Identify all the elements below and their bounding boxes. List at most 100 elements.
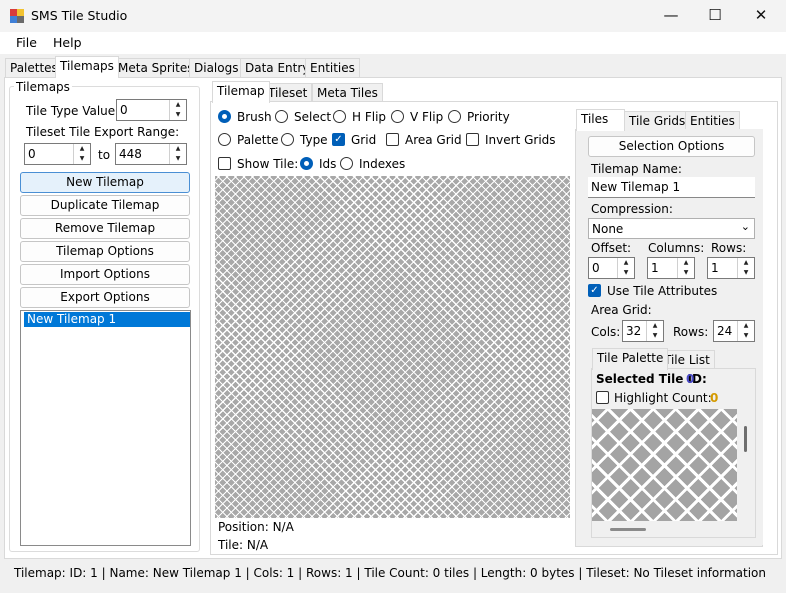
rows2-label: Rows: [673, 325, 709, 339]
menu-file[interactable]: File [16, 35, 37, 50]
vflip-label: V Flip [410, 110, 444, 124]
invert-grids-checkbox[interactable] [466, 133, 479, 146]
spin-up-icon[interactable]: ▲ [618, 258, 634, 268]
area-rows-stepper[interactable]: 24 ▲ ▼ [713, 320, 755, 342]
new-tilemap-button[interactable]: New Tilemap [20, 172, 190, 193]
grid-label: Grid [351, 133, 377, 147]
tab-meta-tiles[interactable]: Meta Tiles [312, 83, 383, 103]
area-grid-label: Area Grid [405, 133, 462, 147]
hflip-radio[interactable] [333, 110, 346, 123]
tile-palette-canvas[interactable] [592, 409, 737, 521]
range-to-value: 448 [119, 147, 142, 161]
export-options-button[interactable]: Export Options [20, 287, 190, 308]
duplicate-tilemap-button[interactable]: Duplicate Tilemap [20, 195, 190, 216]
rows-stepper[interactable]: 1 ▲ ▼ [707, 257, 755, 279]
app-icon [10, 9, 24, 23]
area-cols-stepper[interactable]: 32 ▲ ▼ [622, 320, 664, 342]
invert-grids-label: Invert Grids [485, 133, 556, 147]
range-to-stepper[interactable]: 448 ▲ ▼ [115, 143, 187, 165]
tilemap-name-input[interactable]: New Tilemap 1 [588, 177, 755, 198]
priority-radio[interactable] [448, 110, 461, 123]
offset-stepper[interactable]: 0 ▲ ▼ [588, 257, 635, 279]
tile-type-value: 0 [120, 103, 128, 117]
menu-bar [0, 32, 786, 54]
spin-up-icon[interactable]: ▲ [738, 258, 754, 268]
brush-radio[interactable] [218, 110, 231, 123]
range-from-stepper[interactable]: 0 ▲ ▼ [24, 143, 91, 165]
spin-up-icon[interactable]: ▲ [170, 100, 186, 110]
tab-data-entry[interactable]: Data Entry [240, 58, 315, 78]
vertical-scrollbar-thumb[interactable] [744, 426, 747, 452]
maximize-button[interactable]: ☐ [692, 0, 738, 32]
select-label: Select [294, 110, 332, 124]
close-button[interactable]: ✕ [738, 0, 784, 32]
spin-down-icon[interactable]: ▼ [647, 331, 663, 341]
spin-down-icon[interactable]: ▼ [738, 268, 754, 278]
minimize-button[interactable]: — [648, 0, 694, 32]
range-to-label: to [98, 148, 111, 162]
grid-checkbox[interactable]: ✓ [332, 133, 345, 146]
tab-tile-grids[interactable]: Tile Grids [624, 111, 691, 131]
palette-label: Palette [237, 133, 279, 147]
position-readout: Position: N/A [218, 520, 294, 534]
remove-tilemap-button[interactable]: Remove Tilemap [20, 218, 190, 239]
use-tile-attributes-label: Use Tile Attributes [607, 284, 718, 298]
show-tile-checkbox[interactable] [218, 157, 231, 170]
area-grid-checkbox[interactable] [386, 133, 399, 146]
palette-radio[interactable] [218, 133, 231, 146]
ids-radio[interactable] [300, 157, 313, 170]
tab-tile-palette[interactable]: Tile Palette [592, 348, 669, 370]
status-bar: Tilemap: ID: 1 | Name: New Tilemap 1 | C… [14, 566, 766, 580]
tile-type-stepper[interactable]: 0 ▲ ▼ [116, 99, 187, 121]
spin-down-icon[interactable]: ▼ [618, 268, 634, 278]
spin-down-icon[interactable]: ▼ [74, 154, 90, 164]
tilemap-options-button[interactable]: Tilemap Options [20, 241, 190, 262]
tile-type-label: Tile Type Value: [26, 104, 120, 118]
spin-down-icon[interactable]: ▼ [678, 268, 694, 278]
vflip-radio[interactable] [391, 110, 404, 123]
tab-right-entities[interactable]: Entities [685, 111, 740, 131]
tab-tileset[interactable]: Tileset [263, 83, 313, 103]
columns-stepper[interactable]: 1 ▲ ▼ [647, 257, 695, 279]
spin-down-icon[interactable]: ▼ [170, 110, 186, 120]
rows-value: 1 [711, 261, 719, 275]
tab-meta-sprites[interactable]: Meta Sprites [113, 58, 199, 78]
select-radio[interactable] [275, 110, 288, 123]
range-from-value: 0 [28, 147, 36, 161]
chevron-down-icon: ⌄ [740, 220, 750, 233]
tilemap-list[interactable]: New Tilemap 1 [20, 310, 191, 546]
horizontal-scrollbar-thumb[interactable] [610, 528, 646, 531]
tab-tilemap[interactable]: Tilemap [212, 81, 270, 103]
indexes-label: Indexes [359, 157, 406, 171]
type-label: Type [300, 133, 328, 147]
indexes-radio[interactable] [340, 157, 353, 170]
tab-entities[interactable]: Entities [305, 58, 360, 78]
spin-up-icon[interactable]: ▲ [647, 321, 663, 331]
tab-tiles[interactable]: Tiles [576, 109, 625, 131]
tab-dialogs[interactable]: Dialogs [189, 58, 244, 78]
compression-value: None [592, 222, 624, 236]
spin-up-icon[interactable]: ▲ [738, 321, 754, 331]
columns-label: Columns: [648, 241, 705, 255]
tab-tilemaps[interactable]: Tilemaps [55, 56, 119, 78]
menu-help[interactable]: Help [53, 35, 82, 50]
tilemap-canvas[interactable] [215, 176, 570, 518]
area-grid-section-label: Area Grid: [591, 303, 652, 317]
highlight-count-checkbox[interactable] [596, 391, 609, 404]
import-options-button[interactable]: Import Options [20, 264, 190, 285]
tile-readout: Tile: N/A [218, 538, 269, 552]
hflip-label: H Flip [352, 110, 387, 124]
compression-select[interactable]: None ⌄ [588, 218, 755, 239]
area-rows-value: 24 [717, 324, 733, 338]
selection-options-button[interactable]: Selection Options [588, 136, 755, 157]
use-tile-attributes-checkbox[interactable]: ✓ [588, 284, 601, 297]
spin-down-icon[interactable]: ▼ [170, 154, 186, 164]
list-item[interactable]: New Tilemap 1 [24, 312, 190, 327]
spin-up-icon[interactable]: ▲ [678, 258, 694, 268]
spin-down-icon[interactable]: ▼ [738, 331, 754, 341]
spin-up-icon[interactable]: ▲ [170, 144, 186, 154]
rows-label: Rows: [711, 241, 747, 255]
spin-up-icon[interactable]: ▲ [74, 144, 90, 154]
tilemaps-group-title: Tilemaps [14, 80, 72, 94]
type-radio[interactable] [281, 133, 294, 146]
